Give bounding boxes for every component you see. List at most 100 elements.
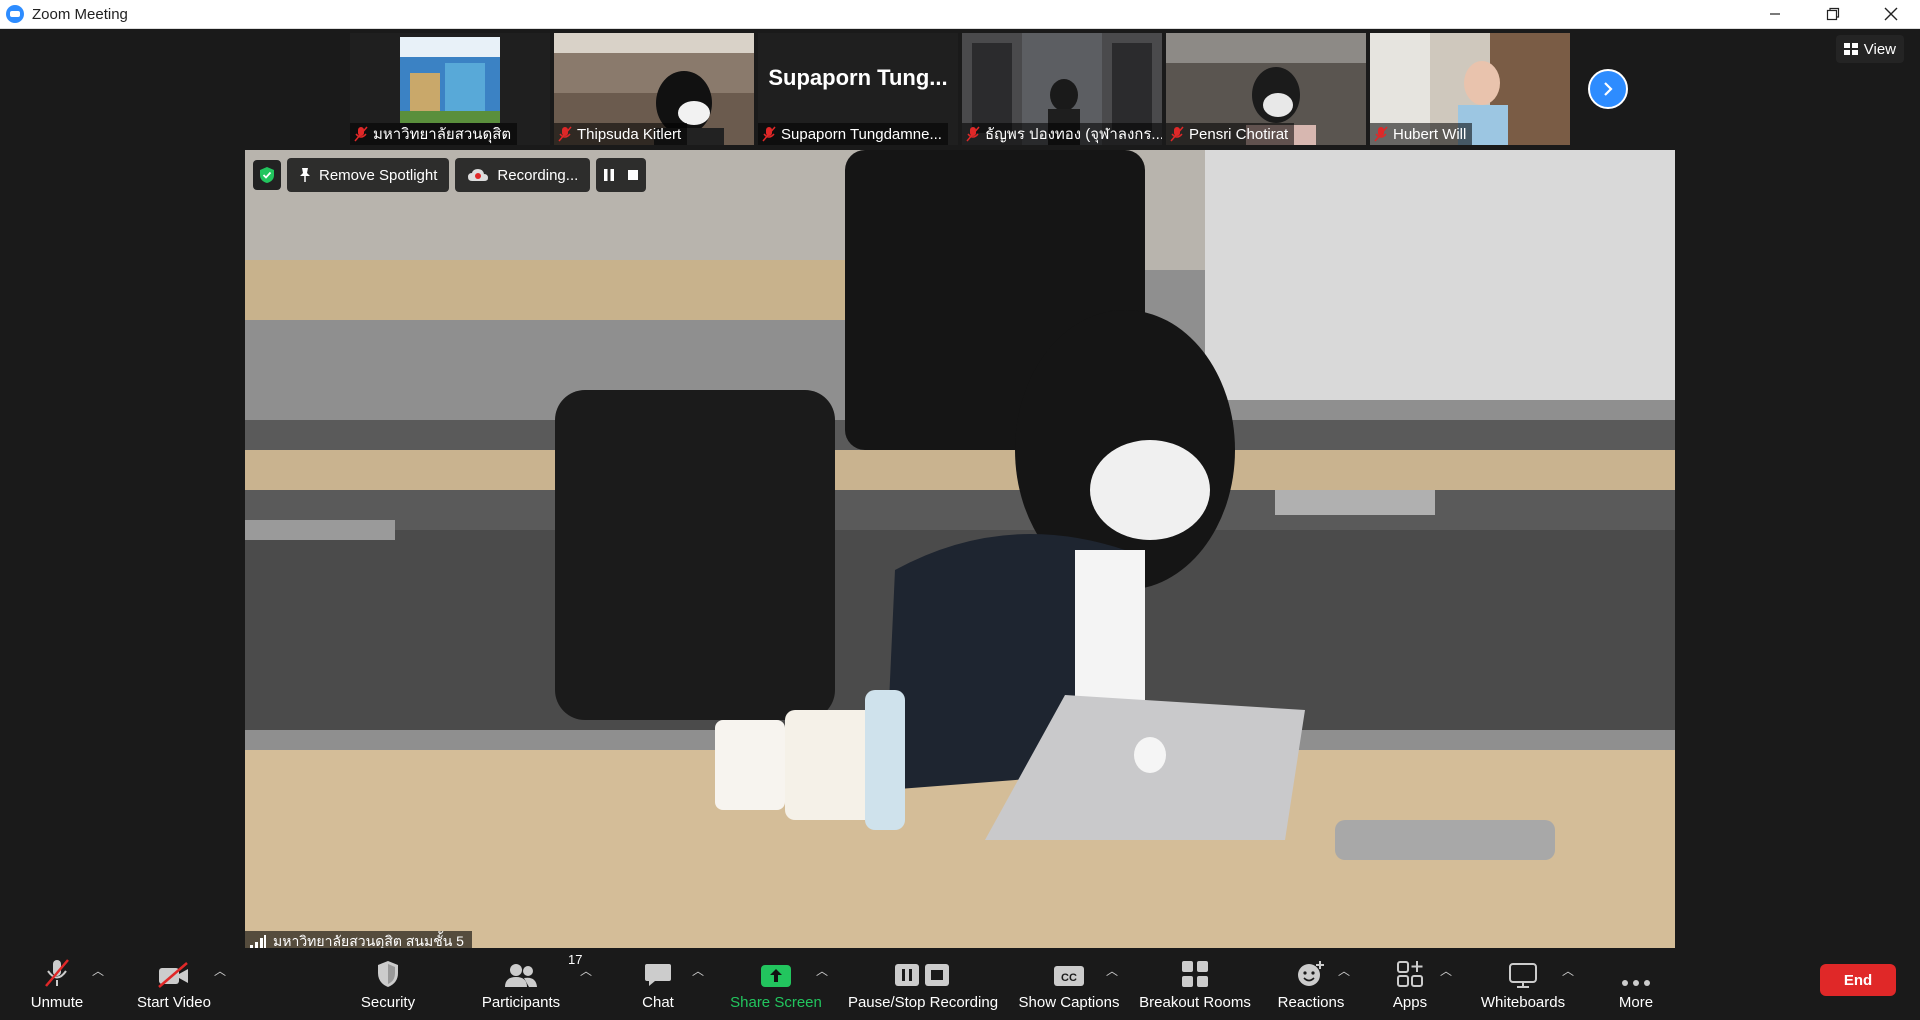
start-video-button[interactable]: Start Video bbox=[134, 956, 214, 1016]
zoom-app-icon bbox=[6, 5, 24, 23]
pause-icon[interactable] bbox=[602, 168, 616, 182]
share-screen-button[interactable]: Share Screen bbox=[730, 956, 822, 1016]
remove-spotlight-label: Remove Spotlight bbox=[319, 166, 438, 184]
whiteboards-options-caret[interactable]: ︿ bbox=[1562, 962, 1574, 979]
captions-options-caret[interactable]: ︿ bbox=[1106, 962, 1118, 979]
recording-label: Recording... bbox=[497, 166, 579, 184]
security-button[interactable]: Security bbox=[358, 956, 418, 1016]
breakout-rooms-label: Breakout Rooms bbox=[1139, 994, 1251, 1011]
spotlight-video[interactable]: Remove Spotlight Recording... มหาวิทยาลั… bbox=[245, 150, 1675, 953]
video-options-caret[interactable]: ︿ bbox=[214, 962, 226, 979]
participant-thumbnail[interactable]: Hubert Will bbox=[1370, 33, 1570, 145]
close-icon bbox=[1884, 7, 1898, 21]
close-button[interactable] bbox=[1862, 0, 1920, 28]
start-video-label: Start Video bbox=[137, 994, 211, 1011]
view-button[interactable]: View bbox=[1835, 35, 1904, 63]
cloud-recording-icon bbox=[468, 169, 489, 181]
signal-strength-icon bbox=[250, 935, 266, 949]
pin-icon bbox=[300, 168, 310, 182]
participant-label: Supaporn Tungdamne... bbox=[758, 123, 948, 145]
chat-options-caret[interactable]: ︿ bbox=[692, 962, 704, 979]
window-title: Zoom Meeting bbox=[32, 5, 128, 23]
whiteboards-button[interactable]: Whiteboards bbox=[1476, 956, 1570, 1016]
participant-thumbnail[interactable]: Supaporn Tung... Supaporn Tungdamne... bbox=[758, 33, 958, 145]
spotlight-overlay-bar: Remove Spotlight Recording... bbox=[253, 158, 647, 192]
breakout-rooms-button[interactable]: Breakout Rooms bbox=[1138, 956, 1252, 1016]
spotlight-video-frame bbox=[245, 150, 1675, 953]
apps-button[interactable]: Apps bbox=[1390, 956, 1430, 1016]
mic-off-icon bbox=[1170, 126, 1184, 142]
participant-display-name: Supaporn Tung... bbox=[768, 65, 948, 90]
chat-label: Chat bbox=[642, 994, 674, 1011]
minimize-button[interactable] bbox=[1746, 0, 1804, 28]
participant-thumbnail[interactable]: มหาวิทยาลัยสวนดุสิต bbox=[350, 33, 550, 145]
chat-button[interactable]: Chat bbox=[636, 956, 680, 1016]
participants-button[interactable]: 17 Participants bbox=[476, 952, 583, 1016]
chat-icon bbox=[645, 964, 671, 986]
reactions-label: Reactions bbox=[1277, 994, 1345, 1011]
reactions-button[interactable]: Reactions bbox=[1276, 956, 1346, 1016]
shield-check-icon bbox=[260, 167, 274, 183]
audio-options-caret[interactable]: ︿ bbox=[92, 962, 104, 979]
participants-icon bbox=[505, 964, 537, 987]
view-button-label: View bbox=[1863, 40, 1896, 58]
meeting-toolbar: Unmute ︿ Start Video ︿ Security 17 Parti… bbox=[0, 948, 1920, 1020]
reactions-options-caret[interactable]: ︿ bbox=[1338, 962, 1350, 979]
participant-label: ธัญพร ปองทอง (จุฬาลงกร... bbox=[962, 123, 1162, 145]
mic-off-icon bbox=[762, 126, 776, 142]
window-controls bbox=[1746, 0, 1920, 28]
participant-name: Hubert Will bbox=[1393, 125, 1467, 143]
participant-label: Thipsuda Kitlert bbox=[554, 123, 688, 145]
shield-icon bbox=[378, 961, 398, 987]
participant-label: Pensri Chotirat bbox=[1166, 123, 1295, 145]
security-label: Security bbox=[360, 994, 416, 1011]
svg-text:CC: CC bbox=[1061, 972, 1077, 984]
video-off-icon bbox=[158, 962, 188, 988]
breakout-rooms-icon bbox=[1182, 961, 1208, 987]
participant-thumbnail[interactable]: ธัญพร ปองทอง (จุฬาลงกร... bbox=[962, 33, 1162, 145]
reactions-icon bbox=[1298, 961, 1324, 986]
participant-label: มหาวิทยาลัยสวนดุสิต bbox=[350, 123, 518, 145]
mic-off-icon bbox=[966, 126, 980, 142]
next-page-button[interactable] bbox=[1588, 69, 1628, 109]
mic-muted-icon bbox=[45, 959, 69, 987]
share-options-caret[interactable]: ︿ bbox=[816, 962, 828, 979]
whiteboard-icon bbox=[1509, 963, 1537, 988]
title-bar: Zoom Meeting bbox=[0, 0, 1920, 29]
recording-status[interactable]: Recording... bbox=[455, 158, 591, 192]
pause-stop-recording-icon bbox=[895, 964, 949, 986]
participant-name: Pensri Chotirat bbox=[1189, 125, 1289, 143]
encryption-status[interactable] bbox=[253, 160, 281, 190]
participant-thumbnail[interactable]: Pensri Chotirat bbox=[1166, 33, 1366, 145]
more-label: More bbox=[1618, 994, 1654, 1011]
participants-options-caret[interactable]: ︿ bbox=[580, 962, 592, 979]
pause-stop-recording-button[interactable]: Pause/Stop Recording bbox=[846, 956, 1000, 1016]
pause-stop-recording-label: Pause/Stop Recording bbox=[847, 994, 999, 1011]
apps-icon bbox=[1397, 961, 1423, 987]
participant-name: มหาวิทยาลัยสวนดุสิต bbox=[373, 126, 512, 143]
recording-controls bbox=[596, 158, 647, 192]
unmute-button[interactable]: Unmute bbox=[28, 956, 86, 1016]
share-screen-label: Share Screen bbox=[730, 994, 822, 1011]
more-button[interactable]: More bbox=[1614, 956, 1658, 1016]
stop-icon[interactable] bbox=[626, 168, 640, 182]
chevron-right-icon bbox=[1604, 82, 1613, 96]
end-meeting-button[interactable]: End bbox=[1820, 964, 1896, 996]
mic-off-icon bbox=[558, 126, 572, 142]
show-captions-button[interactable]: CC Show Captions bbox=[1018, 956, 1120, 1016]
participant-label: Hubert Will bbox=[1370, 123, 1473, 145]
mic-off-icon bbox=[1374, 126, 1388, 142]
remove-spotlight-button[interactable]: Remove Spotlight bbox=[287, 158, 450, 192]
captions-icon: CC bbox=[1054, 966, 1084, 986]
whiteboards-label: Whiteboards bbox=[1480, 994, 1566, 1011]
mic-off-icon bbox=[354, 126, 368, 142]
participant-thumbnail-strip: มหาวิทยาลัยสวนดุสิต Thipsuda Kitlert Sup… bbox=[350, 33, 1570, 145]
apps-options-caret[interactable]: ︿ bbox=[1440, 962, 1452, 979]
restore-button[interactable] bbox=[1804, 0, 1862, 28]
participant-thumbnail[interactable]: Thipsuda Kitlert bbox=[554, 33, 754, 145]
grid-view-icon bbox=[1843, 43, 1858, 55]
apps-label: Apps bbox=[1392, 994, 1428, 1011]
minimize-icon bbox=[1770, 13, 1780, 15]
participant-name: Supaporn Tungdamne... bbox=[781, 125, 942, 143]
participant-name: Thipsuda Kitlert bbox=[577, 125, 682, 143]
